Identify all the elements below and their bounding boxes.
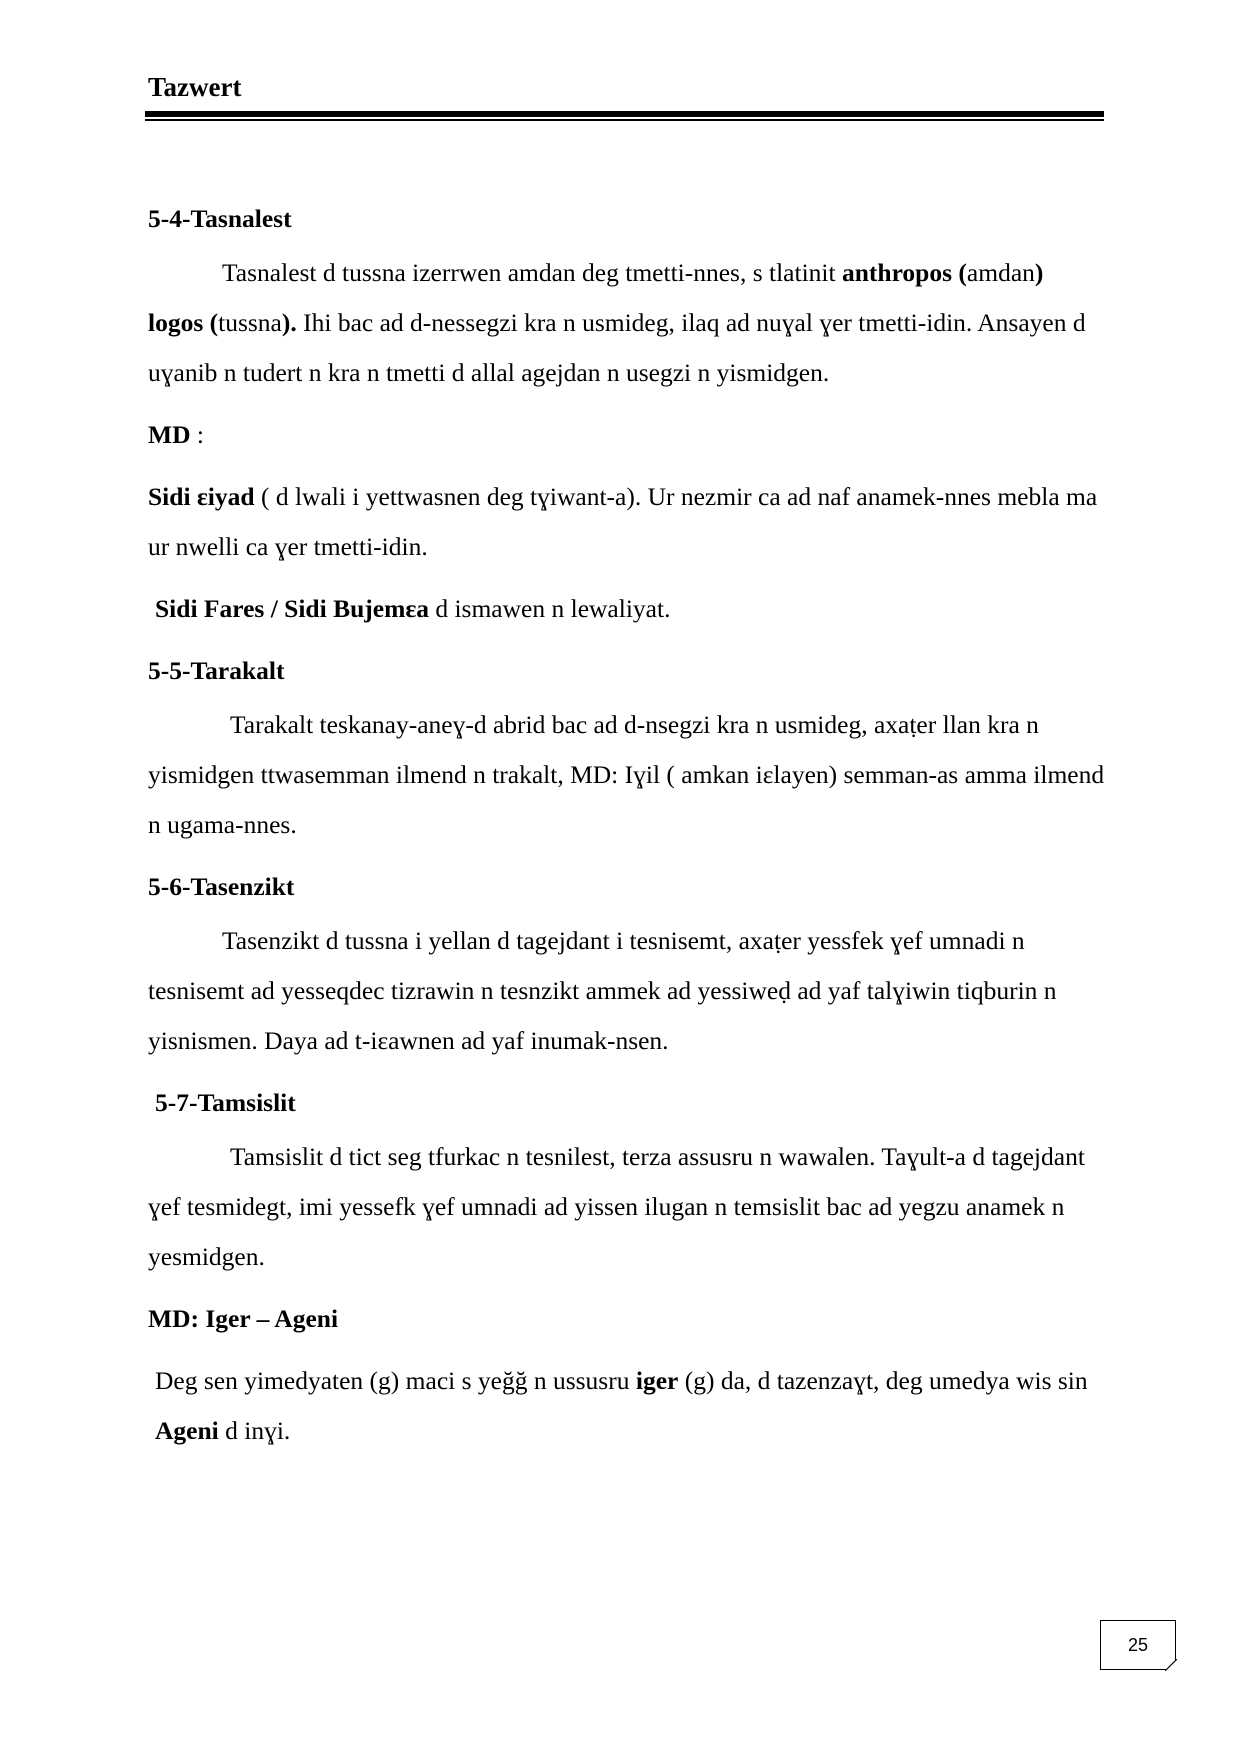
running-header-title: Tazwert (148, 72, 242, 102)
bold-paren-open: ( (958, 258, 967, 287)
example-heading-iger-ageni: MD: Iger – Ageni (148, 1304, 339, 1333)
paragraph-tamsislit: Tamsislit d tict seg tfurkac n tesnilest… (148, 1142, 1085, 1271)
header-rule-thick (145, 111, 1104, 117)
text-run: Tasnalest d tussna izerrwen amdan deg tm… (222, 258, 842, 287)
bold-paren-close: ). (281, 308, 297, 337)
text-run: ( d lwali i yettwasnen deg tɣiwant-a). U… (148, 482, 1098, 561)
text-run: d inɣi. (218, 1416, 291, 1445)
paragraph-tasenzikt: Tasenzikt d tussna i yellan d tagejdant … (148, 926, 1057, 1055)
bold-term-sidi-fares: Sidi Fares / Sidi Bujemɛa (155, 594, 429, 623)
page-number-box: 25 (1100, 1620, 1177, 1671)
md-label: MD (148, 420, 191, 449)
section-heading-5-4: 5-4-Tasnalest (148, 204, 292, 233)
text-run: (g) da, d tazenzaɣt, deg umedya wis sin (678, 1366, 1088, 1395)
text-run: amdan (966, 258, 1035, 287)
example-iger-ageni: Deg sen yimedyaten (g) maci s yeğğ n uss… (148, 1356, 1105, 1456)
section-heading-5-5: 5-5-Tarakalt (148, 656, 285, 685)
example-label: MD : (148, 410, 1105, 460)
text-run: Deg sen yimedyaten (g) maci s yeğğ n uss… (155, 1366, 636, 1395)
bold-term-iger: iger (635, 1366, 679, 1395)
paragraph-tarakalt: Tarakalt teskanay-aneɣ-d abrid bac ad d-… (148, 710, 1105, 839)
section-heading-5-6: 5-6-Tasenzikt (148, 872, 295, 901)
page-body: 5-4-Tasnalest Tasnalest d tussna izerrwe… (148, 194, 1105, 1468)
example-sidi-fares: Sidi Fares / Sidi Bujemɛa d ismawen n le… (148, 584, 1105, 634)
text-run: d ismawen n lewaliyat. (428, 594, 671, 623)
page-curl-icon (1164, 1658, 1177, 1671)
bold-term-sidi-eiyad: Sidi ɛiyad (148, 482, 255, 511)
md-colon: : (190, 420, 204, 449)
paragraph-tasnalest: Tasnalest d tussna izerrwen amdan deg tm… (148, 248, 1105, 398)
section-heading-5-7: 5-7-Tamsislit (155, 1088, 296, 1117)
example-sidi-eiyad: Sidi ɛiyad ( d lwali i yettwasnen deg tɣ… (148, 472, 1105, 572)
page-number: 25 (1127, 1634, 1149, 1655)
bold-term-ageni: Ageni (155, 1416, 219, 1445)
header-rule-thin (145, 119, 1104, 121)
text-run: tussna (218, 308, 282, 337)
bold-term-anthropos: anthropos (841, 258, 953, 287)
